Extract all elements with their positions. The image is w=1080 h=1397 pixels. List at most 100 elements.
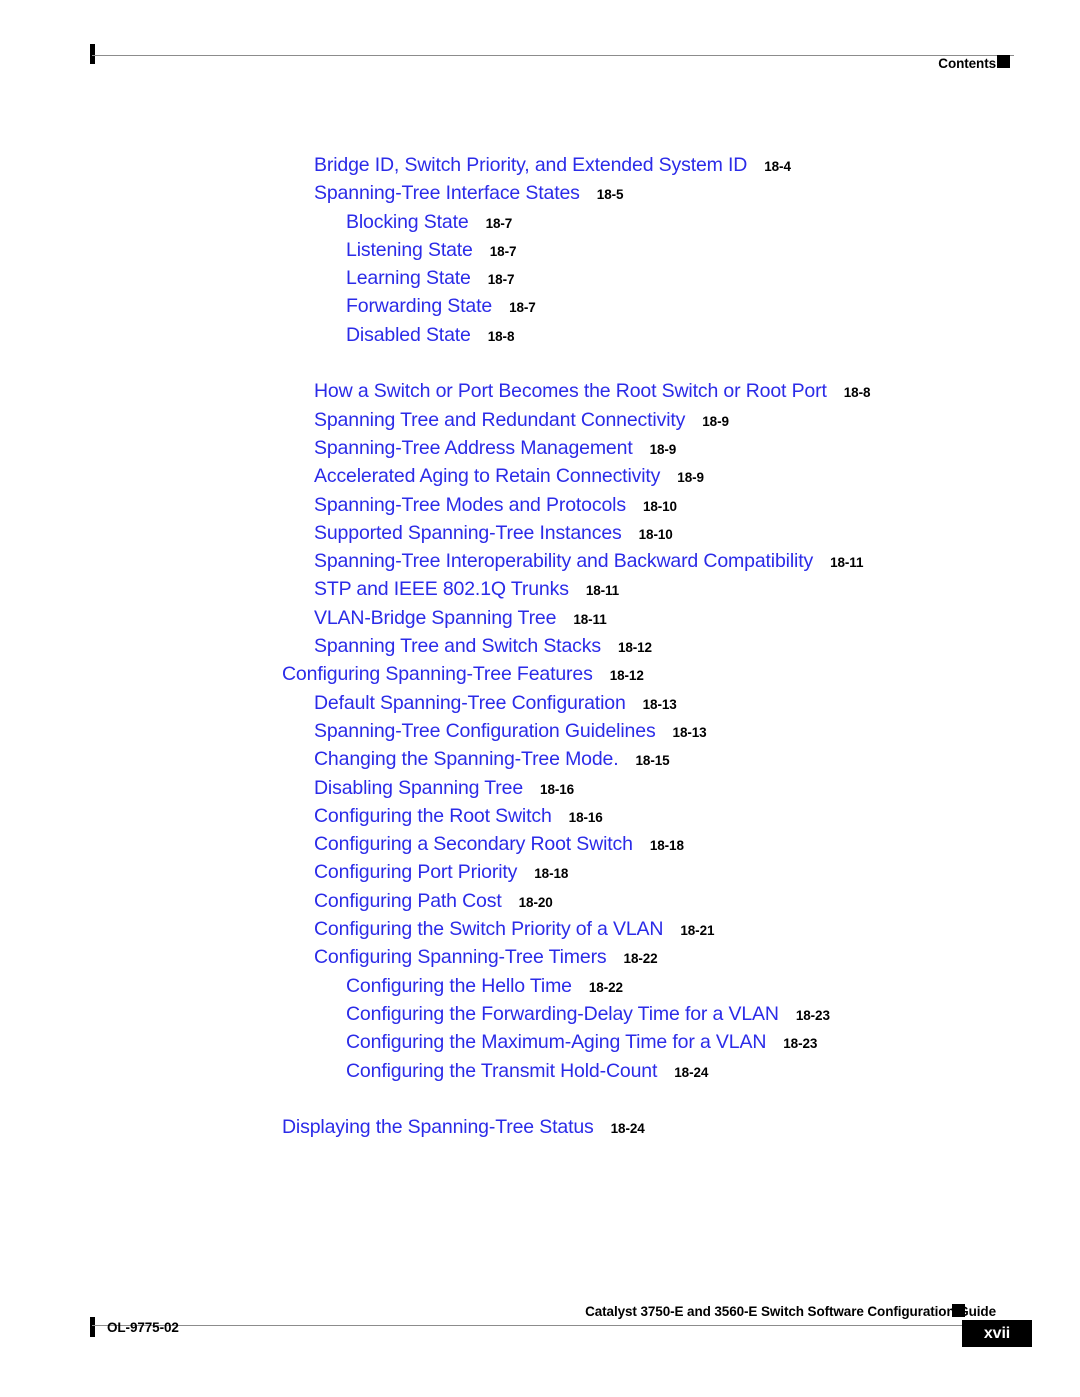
toc-entry[interactable]: Configuring a Secondary Root Switch 18-18 [0, 830, 1080, 858]
toc-entry-title[interactable]: Supported Spanning-Tree Instances [314, 519, 622, 547]
toc-entry-title[interactable]: Spanning-Tree Modes and Protocols [314, 491, 626, 519]
footer-document-id: OL-9775-02 [107, 1320, 179, 1335]
toc-entry-title[interactable]: Spanning-Tree Address Management [314, 434, 633, 462]
toc-entry-page-number: 18-11 [585, 583, 620, 599]
toc-entry-title[interactable]: Configuring Port Priority [314, 858, 517, 886]
toc-entry[interactable]: Accelerated Aging to Retain Connectivity… [0, 462, 1080, 490]
toc-entry[interactable]: Spanning-Tree Interoperability and Backw… [0, 547, 1080, 575]
toc-entry-title[interactable]: Configuring the Root Switch [314, 802, 552, 830]
toc-entry[interactable]: Configuring the Transmit Hold-Count 18-24 [0, 1057, 1080, 1085]
toc-entry[interactable]: Disabling Spanning Tree 18-16 [0, 774, 1080, 802]
page-footer: Catalyst 3750-E and 3560-E Switch Softwa… [0, 1287, 1080, 1397]
toc-entry[interactable]: Spanning Tree and Redundant Connectivity… [0, 406, 1080, 434]
toc-entry-page-number: 18-23 [783, 1036, 818, 1052]
toc-entry-title[interactable]: Listening State [346, 236, 473, 264]
toc-entry-title[interactable]: Disabling Spanning Tree [314, 774, 523, 802]
toc-entry-title[interactable]: STP and IEEE 802.1Q Trunks [314, 575, 569, 603]
toc-entry[interactable]: Spanning-Tree Modes and Protocols 18-10 [0, 491, 1080, 519]
toc-entry-page-number: 18-10 [642, 498, 677, 514]
footer-left-tick-mark [90, 1317, 95, 1337]
toc-entry[interactable]: Bridge ID, Switch Priority, and Extended… [0, 151, 1080, 179]
toc-entry-title[interactable]: Configuring Path Cost [314, 887, 502, 915]
toc-entry-page-number: 18-9 [649, 441, 677, 457]
toc-entry-title[interactable]: VLAN-Bridge Spanning Tree [314, 604, 556, 632]
toc-entry-title[interactable]: Blocking State [346, 208, 469, 236]
toc-entry-page-number: 18-12 [617, 640, 652, 656]
toc-entry-page-number: 18-15 [635, 753, 670, 769]
toc-entry-title[interactable]: Spanning-Tree Interface States [314, 179, 580, 207]
toc-entry-title[interactable]: Learning State [346, 264, 471, 292]
toc-entry-title[interactable]: Accelerated Aging to Retain Connectivity [314, 462, 660, 490]
toc-entry[interactable]: Default Spanning-Tree Configuration 18-13 [0, 689, 1080, 717]
toc-entry[interactable]: Spanning Tree and Switch Stacks 18-12 [0, 632, 1080, 660]
toc-entry[interactable]: Configuring the Switch Priority of a VLA… [0, 915, 1080, 943]
toc-entry-page-number: 18-24 [674, 1064, 709, 1080]
toc-entry[interactable]: Changing the Spanning-Tree Mode. 18-15 [0, 745, 1080, 773]
toc-entry[interactable]: Configuring Port Priority 18-18 [0, 858, 1080, 886]
toc-entry[interactable]: Learning State 18-7 [0, 264, 1080, 292]
toc-entry-title[interactable]: Forwarding State [346, 292, 492, 320]
toc-entry-title[interactable]: Displaying the Spanning-Tree Status [282, 1113, 594, 1141]
toc-entry-title[interactable]: Configuring Spanning-Tree Features [282, 660, 593, 688]
toc-entry[interactable]: Spanning-Tree Interface States 18-5 [0, 179, 1080, 207]
toc-entry-title[interactable]: How a Switch or Port Becomes the Root Sw… [314, 377, 827, 405]
toc-entry[interactable]: Spanning-Tree Configuration Guidelines 18… [0, 717, 1080, 745]
toc-entry[interactable]: Blocking State 18-7 [0, 208, 1080, 236]
toc-entry-page-number: 18-22 [588, 979, 623, 995]
toc-entry[interactable]: Forwarding State 18-7 [0, 292, 1080, 320]
table-of-contents: Bridge ID, Switch Priority, and Extended… [0, 151, 1080, 1141]
toc-entry-title[interactable]: Configuring the Hello Time [346, 972, 572, 1000]
toc-entry[interactable]: Listening State 18-7 [0, 236, 1080, 264]
header-section-label: Contents [938, 56, 996, 71]
page-header: Contents [0, 0, 1080, 90]
toc-entry-title[interactable]: Spanning Tree and Switch Stacks [314, 632, 601, 660]
toc-entry-page-number: 18-18 [649, 838, 684, 854]
footer-rule [92, 1325, 1014, 1326]
toc-entry-title[interactable]: Changing the Spanning-Tree Mode. [314, 745, 619, 773]
toc-entry-title[interactable]: Configuring the Switch Priority of a VLA… [314, 915, 664, 943]
toc-entry[interactable]: Configuring Spanning-Tree Timers 18-22 [0, 943, 1080, 971]
header-left-tick-mark [90, 44, 95, 64]
toc-entry[interactable]: Configuring Path Cost 18-20 [0, 887, 1080, 915]
toc-entry-page-number: 18-16 [540, 781, 575, 797]
toc-entry[interactable]: Configuring Spanning-Tree Features 18-12 [0, 660, 1080, 688]
toc-entry-title[interactable]: Configuring the Transmit Hold-Count [346, 1057, 657, 1085]
toc-entry-title[interactable]: Bridge ID, Switch Priority, and Extended… [314, 151, 747, 179]
toc-entry-page-number: 18-8 [843, 385, 871, 401]
toc-entry[interactable]: Configuring the Maximum-Aging Time for a… [0, 1028, 1080, 1056]
toc-entry[interactable]: Configuring the Forwarding-Delay Time fo… [0, 1000, 1080, 1028]
toc-entry-title[interactable]: Configuring the Forwarding-Delay Time fo… [346, 1000, 779, 1028]
toc-entry-page-number: 18-13 [672, 724, 707, 740]
toc-entry-title[interactable]: Configuring Spanning-Tree Timers [314, 943, 607, 971]
toc-entry[interactable]: STP and IEEE 802.1Q Trunks 18-11 [0, 575, 1080, 603]
toc-entry[interactable]: Displaying the Spanning-Tree Status 18-24 [0, 1113, 1080, 1141]
toc-entry-title[interactable]: Spanning Tree and Redundant Connectivity [314, 406, 685, 434]
toc-group-spacer [0, 1085, 1080, 1113]
black-square-icon [952, 1304, 965, 1317]
toc-group-spacer [0, 349, 1080, 377]
toc-entry-title[interactable]: Default Spanning-Tree Configuration [314, 689, 626, 717]
toc-entry-page-number: 18-4 [764, 159, 791, 174]
toc-entry[interactable]: Configuring the Root Switch 18-16 [0, 802, 1080, 830]
toc-entry-page-number: 18-9 [677, 470, 704, 486]
toc-entry-title[interactable]: Spanning-Tree Configuration Guidelines [314, 717, 656, 745]
toc-entry[interactable]: Disabled State 18-8 [0, 321, 1080, 349]
toc-entry-page-number: 18-18 [534, 866, 569, 882]
toc-entry-title[interactable]: Configuring the Maximum-Aging Time for a… [346, 1028, 766, 1056]
toc-entry[interactable]: Spanning-Tree Address Management 18-9 [0, 434, 1080, 462]
toc-entry-page-number: 18-13 [642, 696, 677, 712]
toc-entry-page-number: 18-7 [489, 243, 517, 259]
toc-entry-title[interactable]: Spanning-Tree Interoperability and Backw… [314, 547, 813, 575]
toc-entry-title[interactable]: Configuring a Secondary Root Switch [314, 830, 633, 858]
toc-entry[interactable]: Supported Spanning-Tree Instances 18-10 [0, 519, 1080, 547]
toc-entry-title[interactable]: Disabled State [346, 321, 471, 349]
toc-entry[interactable]: Configuring the Hello Time 18-22 [0, 972, 1080, 1000]
toc-entry-page-number: 18-8 [487, 328, 515, 344]
black-square-icon [997, 55, 1010, 68]
header-rule [92, 55, 1014, 56]
toc-entry-page-number: 18-5 [596, 187, 624, 203]
toc-entry[interactable]: VLAN-Bridge Spanning Tree 18-11 [0, 604, 1080, 632]
toc-entry[interactable]: How a Switch or Port Becomes the Root Sw… [0, 377, 1080, 405]
toc-entry-page-number: 18-7 [485, 215, 513, 231]
toc-entry-page-number: 18-11 [573, 611, 607, 627]
